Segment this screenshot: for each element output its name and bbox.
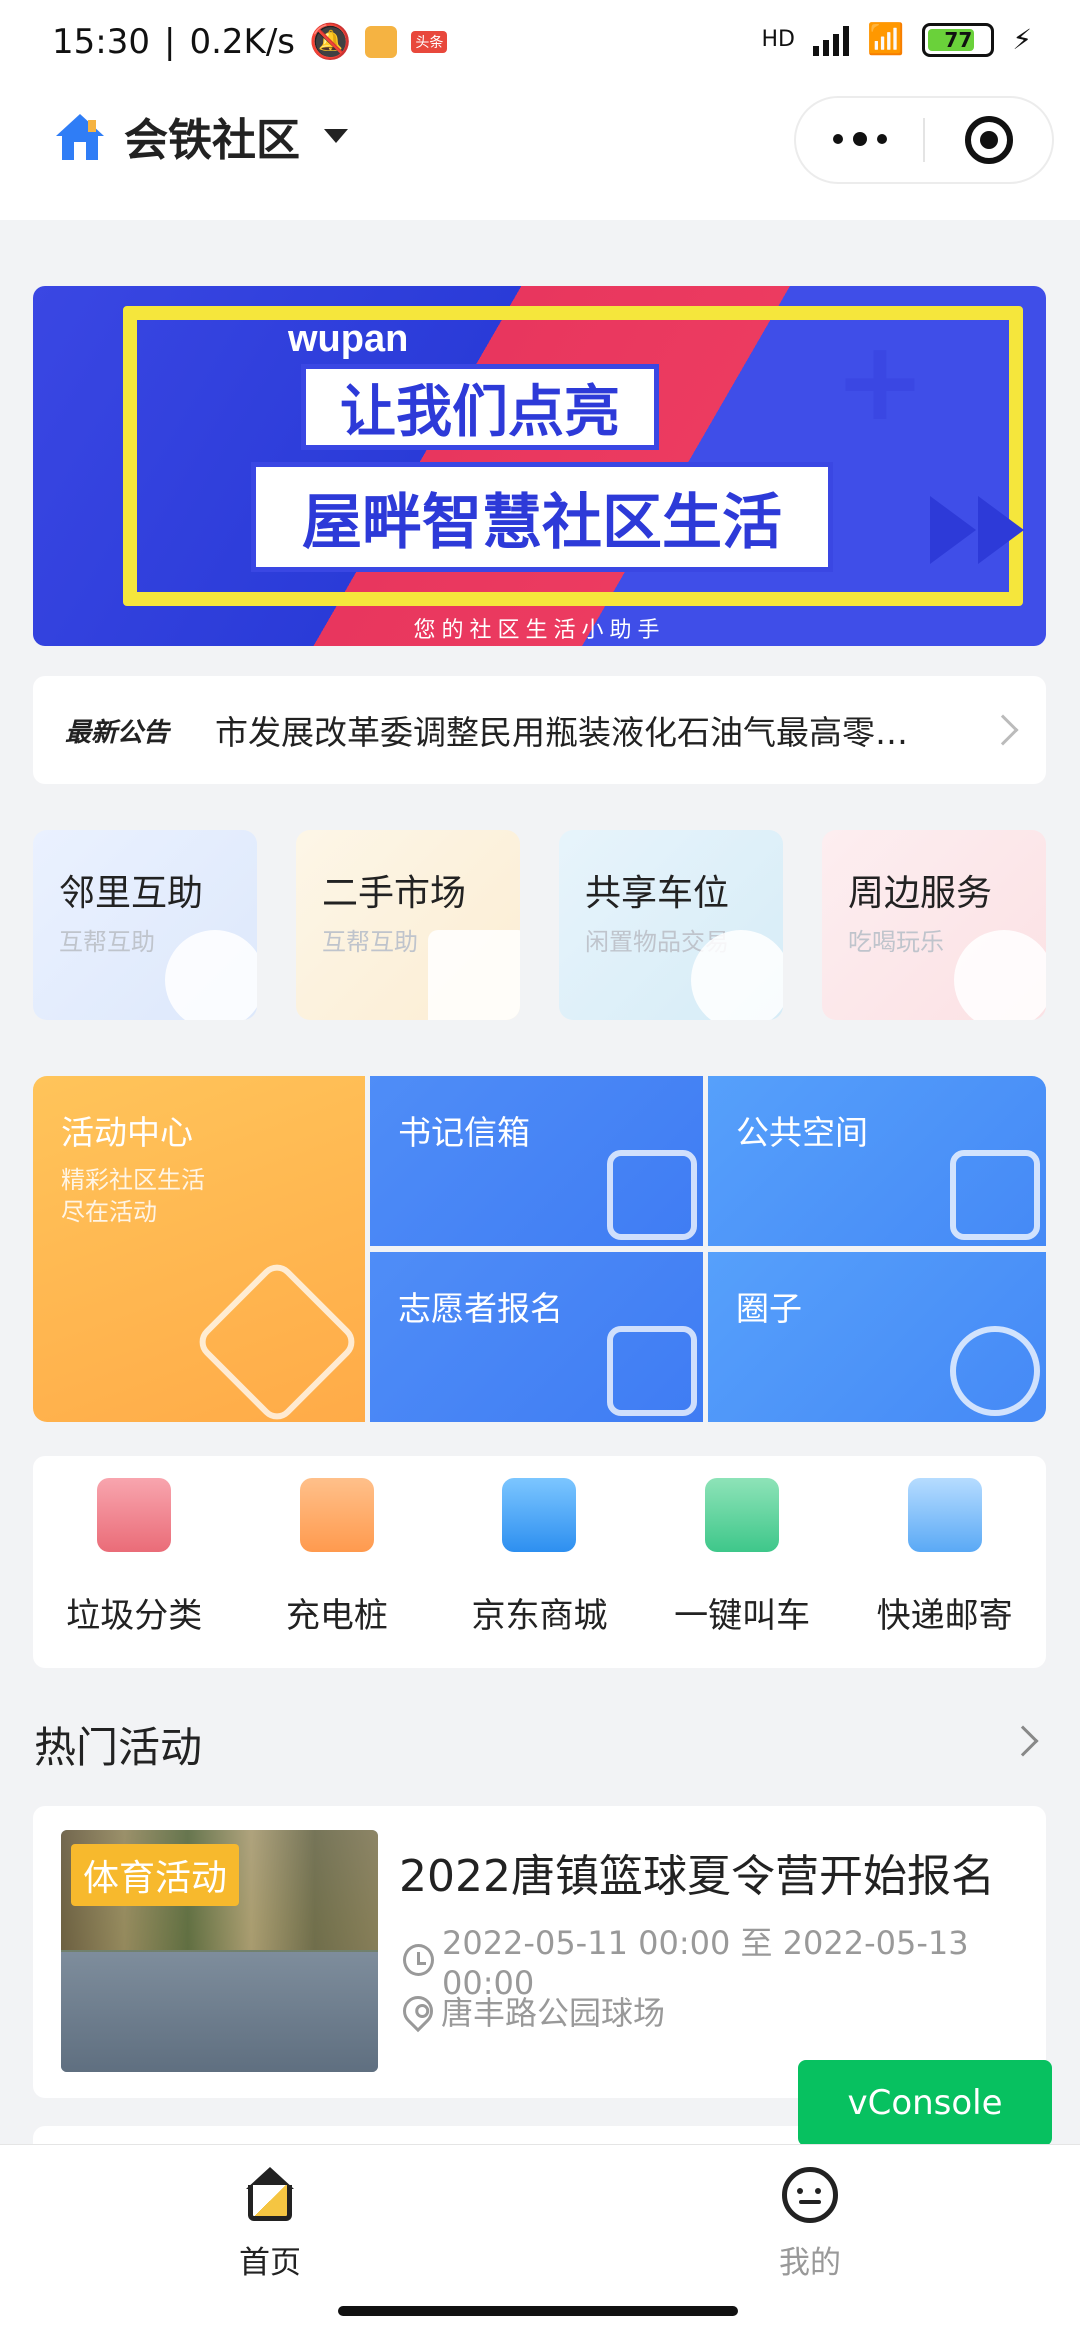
banner-tagline: 您的社区生活小助手 (413, 618, 666, 643)
heart-icon (954, 930, 1046, 1020)
caret-down-icon (324, 129, 348, 143)
status-bar-left: 15:30 | 0.2K/s 🔕 头条 (52, 22, 448, 62)
status-time: 15:30 (52, 22, 150, 62)
community-logo-icon (56, 114, 104, 160)
app-notification-icon (365, 26, 398, 58)
battery-level: 77 (944, 27, 973, 52)
location-pin-icon (396, 1989, 440, 2033)
charging-icon: ⚡ (1012, 23, 1032, 56)
banner-brand: wupan (288, 318, 409, 360)
tab-home[interactable]: 首页 (170, 2167, 370, 2282)
feature-tiles: 活动中心 精彩社区生活 尽在活动 书记信箱 公共空间 志愿者报名 圈子 (33, 1076, 1046, 1422)
car-icon (705, 1478, 780, 1552)
activity-photo: 体育活动 (61, 1830, 378, 2072)
person-icon (607, 1326, 697, 1416)
charger-icon (299, 1478, 374, 1552)
tag-icon (192, 1257, 362, 1422)
mini-program-capsule (794, 96, 1054, 184)
quick-actions: 垃圾分类 充电桩 京东商城 一键叫车 快递邮寄 (33, 1456, 1046, 1668)
quick-jd-mall[interactable]: 京东商城 (444, 1478, 634, 1668)
circle-icon (950, 1326, 1040, 1416)
activity-title: 2022唐镇篮球夏令营开始报名 (399, 1851, 995, 1902)
notice-bar[interactable]: 最新公告 市发展改革委调整民用瓶装液化石油气最高零… (33, 676, 1046, 784)
wifi-icon: 📶 (866, 22, 905, 57)
tile-circle[interactable]: 圈子 (708, 1252, 1046, 1422)
hot-activities-more-icon[interactable] (1007, 1725, 1039, 1757)
service-nearby[interactable]: 周边服务 吃喝玩乐 (822, 830, 1046, 1020)
target-icon (964, 116, 1013, 164)
parking-icon (691, 930, 783, 1020)
service-neighbor-help[interactable]: 邻里互助 互帮互助 (33, 830, 257, 1020)
service-cards: 邻里互助 互帮互助 二手市场 互帮互助 共享车位 闲置物品交易 周边服务 吃喝玩… (33, 830, 1046, 1020)
banner-subheadline: 屋畔智慧社区生活 (251, 462, 833, 572)
tile-activity-center[interactable]: 活动中心 精彩社区生活 尽在活动 (33, 1076, 365, 1422)
news-badge: 头条 (411, 31, 448, 53)
top-bar: 15:30 | 0.2K/s 🔕 头条 HD 📶 77 ⚡ 会铁社区 (0, 0, 1080, 220)
hd-label: HD (761, 27, 795, 52)
vconsole-button[interactable]: vConsole (798, 2060, 1052, 2146)
activity-location: 唐丰路公园球场 (396, 1988, 665, 2034)
hot-activities-title: 热门活动 (34, 1723, 203, 1772)
more-menu-button[interactable] (796, 132, 923, 146)
community-name: 会铁社区 (124, 115, 300, 166)
home-icon (244, 2167, 296, 2223)
arrow-decoration-icon (978, 496, 1024, 564)
status-bar-right: HD 📶 77 ⚡ (761, 22, 1032, 57)
banner-headline: 让我们点亮 (301, 364, 659, 450)
clock-icon (403, 1944, 434, 1976)
signal-icon (812, 24, 849, 56)
service-second-hand[interactable]: 二手市场 互帮互助 (296, 830, 520, 1020)
mail-icon (907, 1478, 982, 1552)
tile-secretary-mailbox[interactable]: 书记信箱 (370, 1076, 703, 1246)
community-selector[interactable]: 会铁社区 (52, 104, 348, 168)
trash-icon (97, 1478, 172, 1552)
tile-volunteer[interactable]: 志愿者报名 (370, 1252, 703, 1422)
chat-bubble-icon (165, 930, 257, 1020)
status-network-speed: 0.2K/s (189, 22, 295, 62)
plus-decoration-icon: + (833, 317, 926, 445)
quick-garbage-sorting[interactable]: 垃圾分类 (39, 1478, 229, 1668)
shop-icon (428, 930, 520, 1020)
notice-text: 市发展改革委调整民用瓶装液化石油气最高零… (215, 713, 908, 752)
promo-banner[interactable]: + wupan 让我们点亮 屋畔智慧社区生活 您的社区生活小助手 (33, 286, 1046, 646)
activity-card[interactable]: 体育活动 2022唐镇篮球夏令营开始报名 2022-05-11 00:00 至 … (33, 1806, 1046, 2098)
arrow-decoration-icon (930, 496, 976, 564)
notice-label: 最新公告 (65, 717, 170, 748)
tile-public-space[interactable]: 公共空间 (708, 1076, 1046, 1246)
activity-category-tag: 体育活动 (71, 1844, 240, 1906)
battery-icon: 77 (922, 22, 995, 57)
cube-icon (950, 1150, 1040, 1240)
book-icon (607, 1150, 697, 1240)
quick-charging-pile[interactable]: 充电桩 (242, 1478, 432, 1668)
quick-call-car[interactable]: 一键叫车 (647, 1478, 837, 1668)
smiley-icon (782, 2167, 838, 2223)
service-shared-parking[interactable]: 共享车位 闲置物品交易 (559, 830, 783, 1020)
chevron-right-icon (987, 714, 1019, 746)
home-indicator[interactable] (338, 2306, 738, 2316)
quick-express-mail[interactable]: 快递邮寄 (850, 1478, 1040, 1668)
tab-me[interactable]: 我的 (710, 2167, 910, 2282)
mute-icon: 🔕 (309, 22, 352, 62)
shop-box-icon (502, 1478, 577, 1552)
close-mini-program-button[interactable] (925, 116, 1052, 164)
